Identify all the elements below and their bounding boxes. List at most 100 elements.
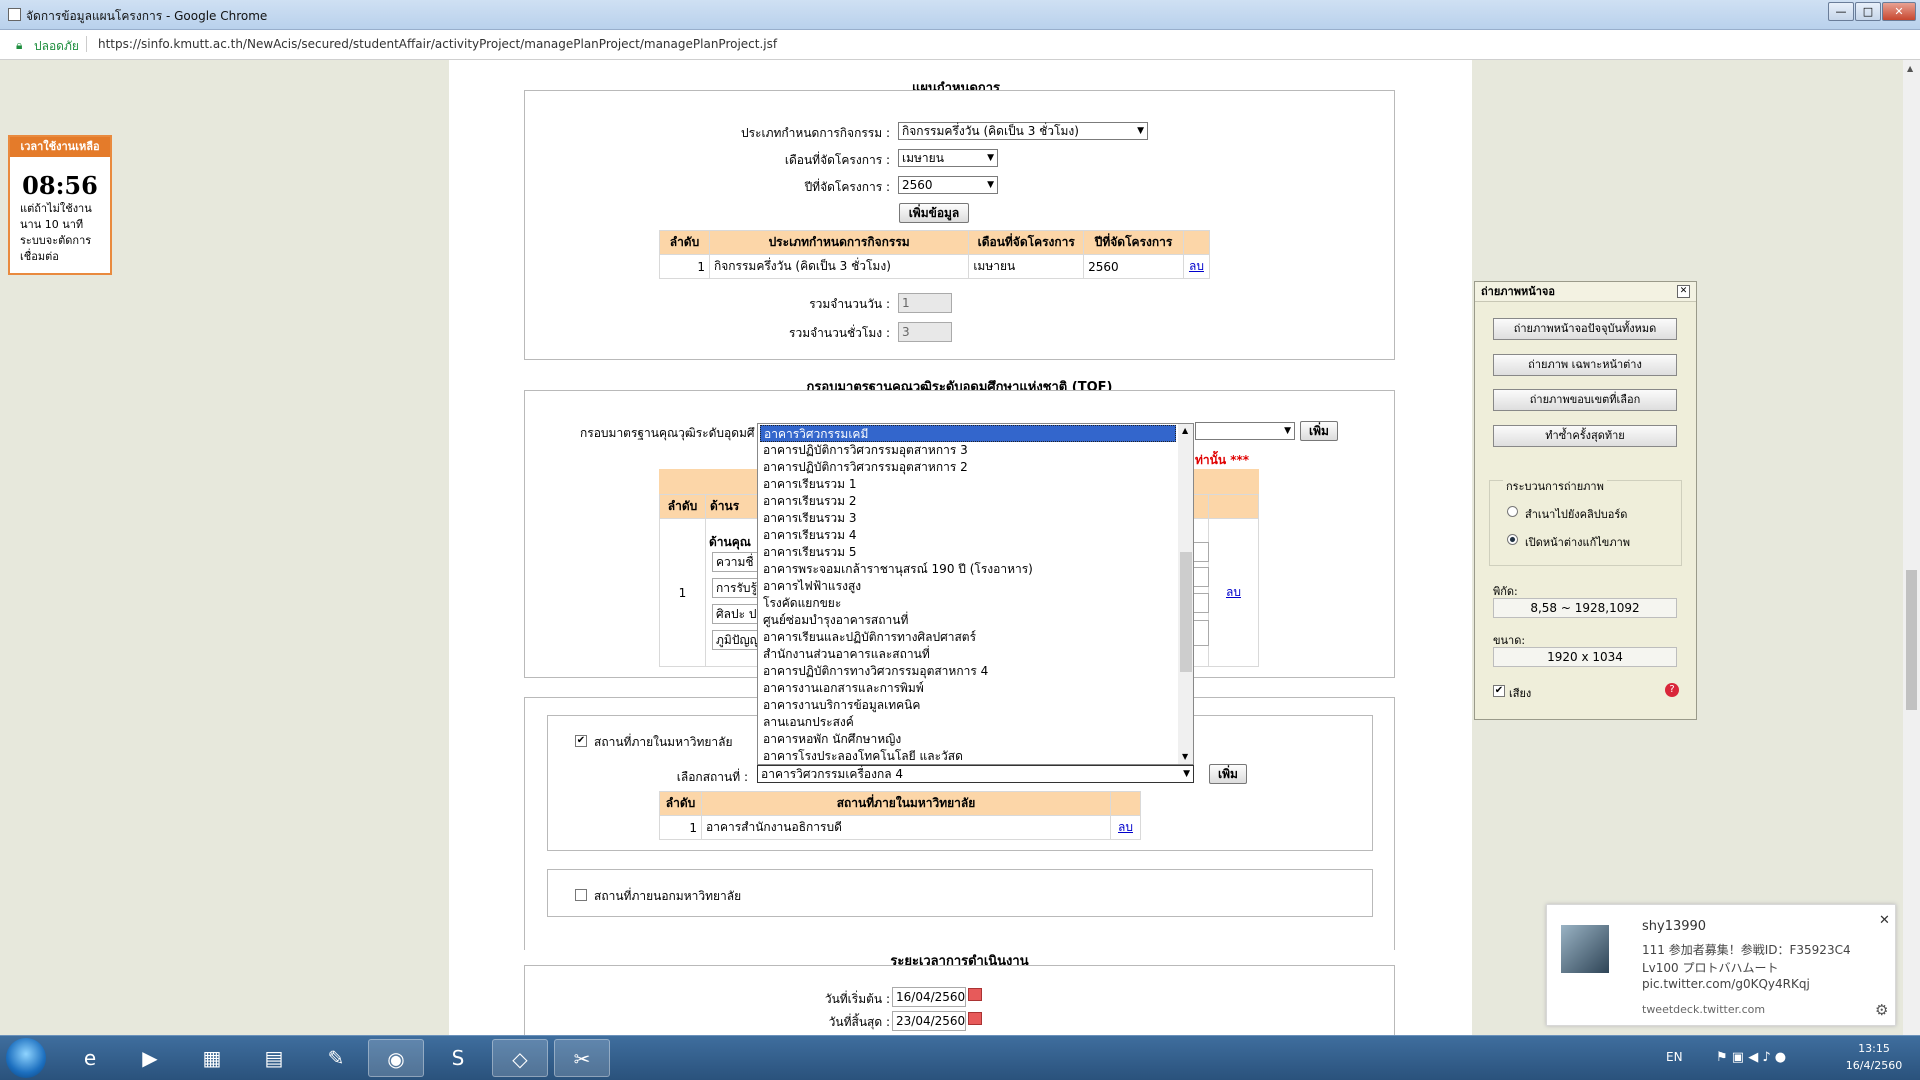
dropdown-option[interactable]: ศูนย์ซ่อมบำรุงอาคารสถานที่ [760, 612, 1176, 629]
language-indicator[interactable]: EN [1666, 1050, 1683, 1064]
calendar-icon[interactable] [968, 988, 982, 1001]
tqf-group-label: ด้านคุณ [709, 535, 751, 549]
dropdown-option[interactable]: อาคารงานบริการข้อมูลเทคนิค [760, 697, 1176, 714]
year-select[interactable]: 2560 ▼ [898, 176, 998, 194]
dropdown-option[interactable]: อาคารเรียนรวม 1 [760, 476, 1176, 493]
dropdown-option[interactable]: อาคารเรียนและปฏิบัติการทางศิลปศาสตร์ [760, 629, 1176, 646]
tray-icons[interactable]: ⚑ ▣ ◀ ♪ ● [1716, 1050, 1786, 1065]
outside-venue-checkbox[interactable] [575, 889, 587, 901]
calendar-icon[interactable] [968, 1012, 982, 1025]
notification-line-2: Lv100 プロトバハムート [1642, 961, 1779, 975]
dropdown-option[interactable]: อาคารเรียนรวม 5 [760, 544, 1176, 561]
dropdown-option[interactable]: อาคารโรงประลองโทคโนโลยี และวัสด [760, 748, 1176, 764]
timer-message: แต่ถ้าไม่ใช้งาน นาน 10 นาที ระบบจะตัดการ… [20, 202, 92, 263]
notepad-icon[interactable]: ✎ [308, 1039, 364, 1077]
inside-venue-checkbox[interactable]: ✔ [575, 735, 587, 747]
dropdown-option[interactable]: อาคารเรียนรวม 4 [760, 527, 1176, 544]
close-window-button[interactable]: ✕ [1882, 2, 1916, 21]
start-button[interactable] [6, 1038, 46, 1078]
dropdown-option[interactable]: อาคารงานเอกสารและการพิมพ์ [760, 680, 1176, 697]
table-row: 1 อาคารสำนักงานอธิการบดี ลบ [659, 815, 1141, 840]
delete-tqf-link[interactable]: ลบ [1226, 585, 1241, 599]
dropdown-option[interactable]: อาคารพระจอมเกล้าราชานุสรณ์ 190 ปี (โรงอา… [760, 561, 1176, 578]
venue-dropdown-list[interactable]: ▲ ▼ อาคารวิศวกรรมเคมี อาคารปฏิบัติการวิศว… [757, 423, 1194, 765]
dropdown-option[interactable]: อาคารปฏิบัติการวิศวกรรมอุตสาหการ 3 [760, 442, 1176, 459]
venue-table: ลำดับ สถานที่ภายในมหาวิทยาลัย 1 อาคารสำน… [659, 791, 1141, 840]
dropdown-option[interactable]: สำนักงานส่วนอาคารและสถานที่ [760, 646, 1176, 663]
month-select[interactable]: เมษายน ▼ [898, 149, 998, 167]
monitor-app-icon[interactable]: ▦ [184, 1039, 240, 1077]
chrome-icon[interactable]: ◉ [368, 1039, 424, 1077]
end-date-field[interactable]: 23/04/2560 [892, 1011, 966, 1031]
dropdown-option[interactable]: อาคารไฟฟ้าแรงสูง [760, 578, 1176, 595]
ie-icon[interactable]: e [62, 1039, 118, 1077]
tqf-item-2-end[interactable] [1193, 567, 1209, 587]
dropdown-option[interactable]: อาคารเรียนรวม 2 [760, 493, 1176, 510]
virtualbox-icon[interactable]: ◇ [492, 1039, 548, 1077]
open-editor-radio[interactable] [1507, 534, 1518, 545]
scroll-down-icon[interactable]: ▼ [1182, 752, 1188, 761]
clipboard-radio[interactable] [1507, 506, 1518, 517]
dropdown-option[interactable]: อาคารปฏิบัติการวิศวกรรมอุตสาหการ 2 [760, 459, 1176, 476]
dropdown-option[interactable]: โรงคัดแยกขยะ [760, 595, 1176, 612]
clock-date[interactable]: 16/4/2560 [1838, 1059, 1910, 1072]
clock-time[interactable]: 13:15 [1838, 1042, 1910, 1055]
dropdown-option[interactable]: อาคารปฏิบัติการทางวิศวกรรมอุตสาหการ 4 [760, 663, 1176, 680]
gear-icon[interactable]: ⚙ [1875, 1001, 1888, 1019]
total-days-label: รวมจำนวนวัน : [809, 297, 890, 311]
tqf-item-1[interactable]: ความชื่ [712, 552, 762, 572]
twitter-notification[interactable]: shy13990 111 参加者募集！参戦ID：F35923C4 Lv100 プ… [1546, 904, 1896, 1026]
close-icon[interactable]: ✕ [1879, 913, 1890, 928]
add-plan-button[interactable]: เพิ่มข้อมูล [899, 203, 969, 223]
dropdown-option[interactable]: อาคารวิศวกรรมเคมี [760, 425, 1176, 442]
dropdown-arrow-icon: ▼ [987, 153, 994, 163]
start-date-field[interactable]: 16/04/2560 [892, 987, 966, 1007]
capture-region-button[interactable]: ถ่ายภาพขอบเขตที่เลือก [1493, 389, 1677, 411]
page-scrollbar[interactable]: ▲ [1903, 60, 1920, 1035]
activity-type-select[interactable]: กิจกรรมครึ่งวัน (คิดเป็น 3 ชั่วโมง) ▼ [898, 122, 1148, 140]
screenshot-tool-panel: ถ่ายภาพหน้าจอ ✕ ถ่ายภาพหน้าจอปัจจุบันทั้… [1474, 281, 1697, 720]
start-date-label: วันที่เริ่มต้น : [824, 992, 890, 1006]
add-venue-button[interactable]: เพิ่ม [1209, 764, 1247, 784]
minimize-button[interactable]: — [1828, 2, 1854, 21]
add-tqf-button[interactable]: เพิ่ม [1300, 421, 1338, 441]
session-timer: เวลาใช้งานเหลือ 08:56 แต่ถ้าไม่ใช้งาน นา… [8, 135, 112, 275]
sound-checkbox[interactable]: ✔ [1493, 685, 1505, 697]
repeat-last-button[interactable]: ทำซ้ำครั้งสุดท้าย [1493, 425, 1677, 447]
scroll-up-icon[interactable]: ▲ [1182, 426, 1188, 435]
scrollbar-thumb[interactable] [1906, 570, 1917, 710]
media-player-icon[interactable]: ▶ [122, 1039, 178, 1077]
close-icon[interactable]: ✕ [1677, 285, 1690, 298]
dropdown-option[interactable]: อาคารหอพัก นักศึกษาหญิง [760, 731, 1176, 748]
plan-th-no: ลำดับ [659, 230, 710, 255]
dropdown-arrow-icon: ▼ [987, 180, 994, 190]
secure-label: ปลอดภัย [34, 39, 79, 53]
screenshot-app-icon[interactable]: ✂ [554, 1039, 610, 1077]
venue-select[interactable]: อาคารวิศวกรรมเครื่องกล 4 ▼ [757, 765, 1194, 783]
notification-source: tweetdeck.twitter.com [1642, 1003, 1766, 1016]
dropdown-option[interactable]: ลานเอนกประสงค์ [760, 714, 1176, 731]
capture-fullscreen-button[interactable]: ถ่ายภาพหน้าจอปัจจุบันทั้งหมด [1493, 318, 1677, 340]
tqf-item-4[interactable]: ภูมิปัญญ [712, 630, 762, 650]
delete-venue-link[interactable]: ลบ [1118, 820, 1133, 834]
tqf-item-3[interactable]: ศิลปะ ป [712, 604, 762, 624]
url-field[interactable]: https://sinfo.kmutt.ac.th/NewAcis/secure… [98, 37, 777, 51]
tqf-item-2[interactable]: การรับรู้ [712, 578, 762, 598]
maximize-button[interactable]: □ [1855, 2, 1881, 21]
help-icon[interactable]: ? [1665, 683, 1679, 697]
open-editor-option-label: เปิดหน้าต่างแก้ไขภาพ [1525, 536, 1631, 549]
folder-icon[interactable]: ▤ [246, 1039, 302, 1077]
dropdown-option[interactable]: อาคารเรียนรวม 3 [760, 510, 1176, 527]
delete-plan-link[interactable]: ลบ [1189, 259, 1204, 273]
capture-window-button[interactable]: ถ่ายภาพ เฉพาะหน้าต่าง [1493, 354, 1677, 376]
scroll-up-icon[interactable]: ▲ [1907, 64, 1913, 73]
capture-process-label: กระบวนการถ่ายภาพ [1503, 477, 1607, 495]
tqf-item-1-end[interactable] [1193, 542, 1209, 562]
tqf-select[interactable]: ▼ [1195, 422, 1295, 440]
dropdown-scrollbar-thumb[interactable] [1180, 552, 1192, 672]
tqf-item-4-end[interactable] [1193, 620, 1209, 646]
skype-icon[interactable]: S [430, 1039, 486, 1077]
timer-time: 08:56 [22, 171, 98, 200]
plan-th-type: ประเภทกำหนดการกิจกรรม [708, 230, 970, 255]
tqf-item-3-end[interactable] [1193, 593, 1209, 613]
